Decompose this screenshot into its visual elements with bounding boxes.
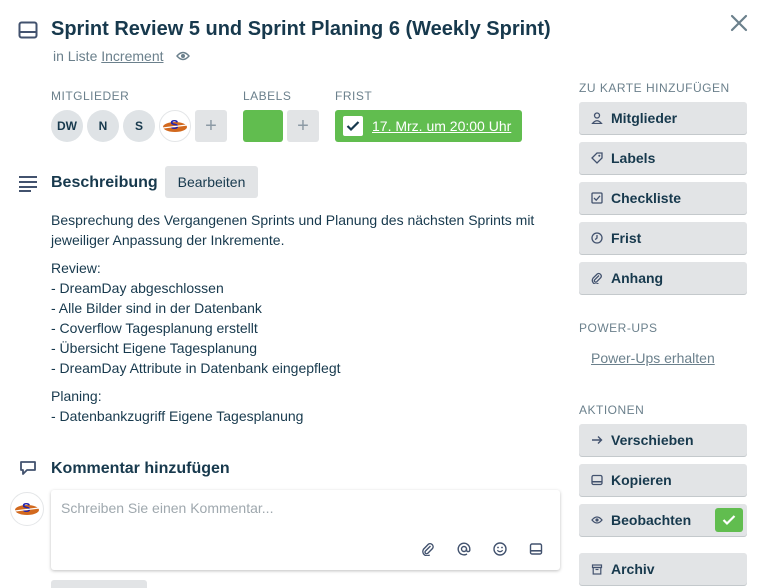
- list-reference: in Liste Increment: [53, 48, 164, 64]
- checkbox-icon: [591, 192, 603, 204]
- watch-checked-icon: [715, 508, 743, 532]
- arrow-right-icon: [591, 434, 603, 446]
- description-line: - DreamDay abgeschlossen: [51, 280, 224, 296]
- comment-box: [51, 490, 560, 570]
- person-icon: [591, 112, 603, 124]
- save-button[interactable]: [51, 580, 147, 588]
- sidebar-button-label: Checkliste: [611, 190, 682, 206]
- member-avatar-logo[interactable]: S: [159, 110, 191, 142]
- sidebar-button-label: Anhang: [611, 270, 664, 286]
- description-line: - Übersicht Eigene Tagesplanung: [51, 340, 257, 356]
- add-to-card-heading: ZU KARTE HINZUFÜGEN: [579, 81, 730, 95]
- comment-input[interactable]: [61, 500, 541, 516]
- paperclip-icon: [591, 272, 603, 284]
- description-line: Review:: [51, 260, 101, 276]
- emoji-icon[interactable]: [493, 542, 507, 556]
- archive-button[interactable]: Archiv: [579, 553, 747, 585]
- members-label: MITGLIEDER: [51, 89, 130, 103]
- comment-icon: [19, 460, 37, 476]
- sidebar-button-label: Labels: [611, 150, 656, 166]
- description-line: jeweiliger Anpassung der Inkremente.: [51, 232, 285, 248]
- svg-text:S: S: [22, 500, 31, 515]
- list-link[interactable]: Increment: [101, 48, 163, 64]
- copy-button[interactable]: Kopieren: [579, 464, 747, 496]
- svg-text:S: S: [170, 117, 179, 132]
- due-date-text: 17. Mrz. um 20:00 Uhr: [372, 118, 512, 134]
- card-icon[interactable]: [529, 542, 543, 556]
- sidebar-due-button[interactable]: Frist: [579, 222, 747, 254]
- description-line: Besprechung des Vergangenen Sprints und …: [51, 212, 535, 228]
- card-title[interactable]: Sprint Review 5 und Sprint Planing 6 (We…: [51, 18, 551, 41]
- mention-icon[interactable]: [457, 542, 471, 556]
- member-avatar[interactable]: N: [87, 110, 119, 142]
- card-icon: [591, 474, 603, 486]
- label-green[interactable]: [243, 110, 283, 142]
- close-icon[interactable]: [728, 12, 750, 34]
- sidebar-button-label: Frist: [611, 230, 642, 246]
- edit-description-button[interactable]: Bearbeiten: [165, 166, 258, 198]
- description-line: Planing:: [51, 388, 102, 404]
- sidebar-labels-button[interactable]: Labels: [579, 142, 747, 174]
- add-label-button[interactable]: +: [287, 110, 319, 142]
- clock-icon: [591, 232, 603, 244]
- list-prefix: in Liste: [53, 48, 102, 64]
- description-line: - Coverflow Tagesplanung erstellt: [51, 320, 258, 336]
- actions-heading: AKTIONEN: [579, 403, 645, 417]
- sidebar-button-label: Verschieben: [611, 432, 694, 448]
- description-line: - DreamDay Attribute in Datenbank eingep…: [51, 360, 341, 376]
- card-icon: [18, 20, 38, 40]
- eye-icon: [591, 514, 603, 526]
- labels-label: LABELS: [243, 89, 292, 103]
- add-member-button[interactable]: +: [195, 110, 227, 142]
- sidebar-button-label: Archiv: [611, 561, 655, 577]
- tag-icon: [591, 152, 603, 164]
- paperclip-icon[interactable]: [421, 542, 435, 556]
- description-line: - Datenbankzugriff Eigene Tagesplanung: [51, 408, 304, 424]
- due-complete-checkbox[interactable]: [343, 116, 363, 136]
- description-icon: [18, 174, 38, 192]
- sidebar-button-label: Beobachten: [611, 512, 692, 528]
- due-label: FRIST: [335, 89, 373, 103]
- member-avatar[interactable]: DW: [51, 110, 83, 142]
- description-heading: Beschreibung: [51, 174, 158, 191]
- get-powerups-link[interactable]: Power-Ups erhalten: [591, 350, 715, 366]
- due-date-button[interactable]: 17. Mrz. um 20:00 Uhr: [335, 110, 522, 142]
- powerups-heading: POWER-UPS: [579, 321, 658, 335]
- avatar[interactable]: S: [10, 492, 44, 526]
- move-button[interactable]: Verschieben: [579, 424, 747, 456]
- sidebar-checklist-button[interactable]: Checkliste: [579, 182, 747, 214]
- sidebar-button-label: Kopieren: [611, 472, 672, 488]
- sidebar-attachment-button[interactable]: Anhang: [579, 262, 747, 294]
- sidebar-button-label: Mitglieder: [611, 110, 678, 126]
- eye-icon: [176, 50, 190, 62]
- sidebar-members-button[interactable]: Mitglieder: [579, 102, 747, 134]
- archive-icon: [591, 563, 603, 575]
- watch-button[interactable]: Beobachten: [579, 504, 747, 536]
- comment-heading: Kommentar hinzufügen: [51, 460, 230, 477]
- member-avatar[interactable]: S: [123, 110, 155, 142]
- description-line: - Alle Bilder sind in der Datenbank: [51, 300, 262, 316]
